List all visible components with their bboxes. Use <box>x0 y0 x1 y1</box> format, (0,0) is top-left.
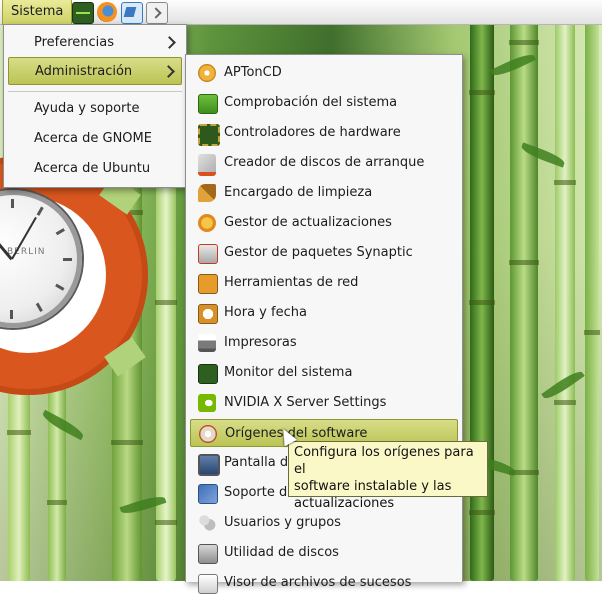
admin-item-synaptic[interactable]: Gestor de paquetes Synaptic <box>190 239 458 267</box>
admin-item-label: Creador de discos de arranque <box>224 155 425 170</box>
menu-item-ayuda[interactable]: Ayuda y soporte <box>8 95 182 123</box>
admin-item-label: APTonCD <box>224 65 282 80</box>
admin-item-label: Impresoras <box>224 335 297 350</box>
admin-item-label: Utilidad de discos <box>224 545 339 560</box>
bamboo-stalk <box>509 0 539 581</box>
cd-package-icon <box>198 64 216 82</box>
menu-item-acerca-gnome[interactable]: Acerca de GNOME <box>8 125 182 153</box>
menu-item-label: Ayuda y soporte <box>34 101 140 116</box>
bamboo-stalk <box>554 0 576 581</box>
users-groups-icon <box>198 514 216 532</box>
menu-item-preferencias[interactable]: Preferencias <box>8 29 182 57</box>
admin-item-controladores[interactable]: Controladores de hardware <box>190 119 458 147</box>
broom-icon <box>198 184 216 202</box>
disk-utility-icon <box>198 544 218 564</box>
hardware-chip-icon <box>198 124 220 146</box>
admin-item-monitor[interactable]: Monitor del sistema <box>190 359 458 387</box>
language-support-icon <box>198 484 218 504</box>
admin-item-label: Gestor de actualizaciones <box>224 215 392 230</box>
firefox-icon[interactable] <box>97 2 117 22</box>
system-monitor-icon <box>198 364 218 384</box>
admin-item-label: Controladores de hardware <box>224 125 401 140</box>
admin-item-label: Monitor del sistema <box>224 365 353 380</box>
admin-item-visor-sucesos[interactable]: Visor de archivos de sucesos <box>190 569 458 597</box>
boot-disk-icon <box>198 154 216 176</box>
menu-item-label: Preferencias <box>34 35 115 50</box>
tooltip-line: Configura los orígenes para el <box>294 445 474 477</box>
admin-item-red[interactable]: Herramientas de red <box>190 269 458 297</box>
printer-icon <box>198 334 216 352</box>
menu-item-administracion[interactable]: Administración <box>8 57 182 85</box>
admin-item-limpieza[interactable]: Encargado de limpieza <box>190 179 458 207</box>
admin-item-comprobacion[interactable]: Comprobación del sistema <box>190 89 458 117</box>
admin-item-label: Soporte de <box>224 485 296 500</box>
admin-item-label: Gestor de paquetes Synaptic <box>224 245 413 260</box>
system-monitor-icon[interactable] <box>72 2 94 24</box>
admin-item-label: Visor de archivos de sucesos <box>224 575 412 590</box>
admin-item-nvidia[interactable]: NVIDIA X Server Settings <box>190 389 458 417</box>
admin-item-label: Herramientas de red <box>224 275 359 290</box>
admin-item-aptoncd[interactable]: APTonCD <box>190 59 458 87</box>
sistema-menu: Preferencias Administración Ayuda y sopo… <box>3 24 187 188</box>
network-tools-icon <box>198 274 218 294</box>
tooltip-line: software instalable y las <box>294 479 452 494</box>
synaptic-icon <box>198 244 218 264</box>
chevron-right-icon <box>162 65 175 78</box>
clock-date-icon <box>198 304 218 324</box>
tooltip-line: actualizaciones <box>294 496 395 511</box>
admin-item-label: Comprobación del sistema <box>224 95 398 110</box>
menu-item-label: Acerca de Ubuntu <box>34 161 151 176</box>
tooltip: Configura los orígenes para el software … <box>288 441 488 511</box>
top-panel: Sistema <box>0 0 602 25</box>
admin-item-label: NVIDIA X Server Settings <box>224 395 387 410</box>
admin-item-label: Encargado de limpieza <box>224 185 373 200</box>
system-check-icon <box>198 94 218 114</box>
bamboo-stalk <box>584 0 600 581</box>
admin-item-usuarios[interactable]: Usuarios y grupos <box>190 509 458 537</box>
admin-item-creador-discos[interactable]: Creador de discos de arranque <box>190 149 458 177</box>
admin-item-label: Pantalla d <box>224 455 289 470</box>
admin-item-impresoras[interactable]: Impresoras <box>190 329 458 357</box>
admin-item-actualizaciones[interactable]: Gestor de actualizaciones <box>190 209 458 237</box>
menu-item-label: Acerca de GNOME <box>34 131 152 146</box>
software-sources-icon <box>199 425 217 443</box>
menu-item-acerca-ubuntu[interactable]: Acerca de Ubuntu <box>8 155 182 183</box>
sistema-menu-button[interactable]: Sistema <box>2 0 73 25</box>
admin-item-hora-fecha[interactable]: Hora y fecha <box>190 299 458 327</box>
menu-item-label: Administración <box>35 64 133 79</box>
chevron-right-icon <box>163 36 176 49</box>
mail-icon[interactable] <box>121 2 143 24</box>
admin-item-utilidad-discos[interactable]: Utilidad de discos <box>190 539 458 567</box>
terminal-icon[interactable] <box>146 2 168 24</box>
display-icon <box>198 454 220 476</box>
update-manager-icon <box>198 214 216 232</box>
log-viewer-icon <box>198 574 218 594</box>
nvidia-icon <box>198 394 216 412</box>
admin-item-label: Usuarios y grupos <box>224 515 341 530</box>
menu-separator <box>8 91 182 92</box>
admin-item-label: Hora y fecha <box>224 305 307 320</box>
